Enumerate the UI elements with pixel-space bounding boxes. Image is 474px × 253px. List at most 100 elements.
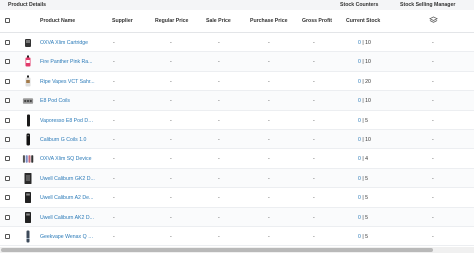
- supplier-cell: -: [113, 214, 115, 221]
- table-header: Product Name Supplier Regular Price Sale…: [0, 10, 474, 33]
- row-checkbox[interactable]: [5, 195, 10, 201]
- table-row: Uwell Caliburn GK2 D... - - - - - 0 | 5 -: [0, 168, 474, 189]
- purchase-price-cell[interactable]: -: [268, 98, 270, 104]
- row-checkbox[interactable]: [5, 98, 10, 104]
- product-name-link[interactable]: Vaporesso E8 Pod Devi...: [40, 118, 96, 124]
- current-stock-cell: 0 | 5: [358, 118, 368, 124]
- regular-price-cell[interactable]: -: [170, 234, 172, 240]
- gross-profit-cell: -: [313, 175, 315, 182]
- regular-price-cell[interactable]: -: [170, 79, 172, 85]
- col-sale-price[interactable]: Sale Price: [206, 18, 231, 24]
- row-checkbox[interactable]: [5, 214, 10, 220]
- product-name-link[interactable]: Uwell Caliburn GK2 D...: [40, 176, 96, 182]
- product-thumbnail[interactable]: [22, 36, 34, 49]
- product-thumbnail[interactable]: [22, 152, 34, 165]
- row-checkbox[interactable]: [5, 117, 10, 123]
- stock-selling-cell: -: [432, 98, 434, 105]
- stock-total: 10: [365, 59, 371, 66]
- purchase-price-cell[interactable]: -: [268, 195, 270, 201]
- product-name-link[interactable]: Caliburn G Coils 1.0: [40, 137, 96, 143]
- supplier-cell: -: [113, 195, 115, 202]
- table-row: Uwell Caliburn AK2 D... - - - - - 0 | 5 -: [0, 207, 474, 227]
- row-checkbox[interactable]: [5, 136, 10, 142]
- regular-price-cell[interactable]: -: [170, 156, 172, 162]
- regular-price-cell[interactable]: -: [170, 176, 172, 182]
- stock-total: 20: [365, 78, 371, 85]
- sale-price-cell[interactable]: -: [218, 118, 220, 124]
- purchase-price-cell[interactable]: -: [268, 215, 270, 221]
- product-thumbnail[interactable]: [22, 55, 34, 68]
- product-thumbnail[interactable]: [22, 133, 34, 146]
- sale-price-cell[interactable]: -: [218, 195, 220, 201]
- product-name-link[interactable]: E8 Pod Coils: [40, 98, 96, 104]
- gross-profit-cell: -: [313, 156, 315, 163]
- purchase-price-cell[interactable]: -: [268, 234, 270, 240]
- regular-price-cell[interactable]: -: [170, 59, 172, 65]
- regular-price-cell[interactable]: -: [170, 98, 172, 104]
- sale-price-cell[interactable]: -: [218, 98, 220, 104]
- sale-price-cell[interactable]: -: [218, 137, 220, 143]
- product-name-link[interactable]: OXVA Xlim SQ Device: [40, 156, 96, 162]
- col-product-name[interactable]: Product Name: [40, 18, 75, 24]
- gross-profit-cell: -: [313, 233, 315, 240]
- gross-profit-cell: -: [313, 40, 315, 46]
- product-name-link[interactable]: Geekvape Wenax Q Dev...: [40, 234, 96, 240]
- supplier-cell: -: [113, 40, 115, 46]
- purchase-price-cell[interactable]: -: [268, 118, 270, 124]
- product-name-link[interactable]: Fire Panther Pink Ra...: [40, 59, 96, 65]
- row-checkbox[interactable]: [5, 233, 10, 239]
- sale-price-cell[interactable]: -: [218, 40, 220, 46]
- gross-profit-cell: -: [313, 59, 315, 66]
- product-name-link[interactable]: Uwell Caliburn AK2 D...: [40, 215, 96, 221]
- layers-icon[interactable]: [429, 16, 438, 27]
- stock-selling-cell: -: [432, 59, 434, 66]
- purchase-price-cell[interactable]: -: [268, 79, 270, 85]
- row-checkbox[interactable]: [5, 59, 10, 65]
- regular-price-cell[interactable]: -: [170, 215, 172, 221]
- purchase-price-cell[interactable]: -: [268, 40, 270, 46]
- sale-price-cell[interactable]: -: [218, 156, 220, 162]
- sale-price-cell[interactable]: -: [218, 215, 220, 221]
- table-row: Uwell Caliburn A2 De... - - - - - 0 | 5 -: [0, 188, 474, 208]
- col-gross-profit[interactable]: Gross Profit: [302, 18, 332, 24]
- col-regular-price[interactable]: Regular Price: [155, 18, 188, 24]
- row-checkbox[interactable]: [5, 40, 10, 45]
- product-thumbnail[interactable]: [22, 94, 34, 107]
- scrollbar-thumb[interactable]: [1, 248, 433, 252]
- stock-total: 5: [365, 175, 369, 182]
- horizontal-scrollbar[interactable]: [0, 247, 474, 253]
- sale-price-cell[interactable]: -: [218, 176, 220, 182]
- current-stock-cell: 0 | 5: [358, 195, 368, 201]
- row-checkbox[interactable]: [5, 78, 10, 84]
- row-checkbox[interactable]: [5, 156, 10, 162]
- row-checkbox[interactable]: [5, 175, 10, 181]
- product-thumbnail[interactable]: [22, 172, 34, 185]
- product-thumbnail[interactable]: [22, 230, 34, 243]
- product-thumbnail[interactable]: [22, 191, 34, 204]
- product-name-link[interactable]: Uwell Caliburn A2 De...: [40, 195, 96, 201]
- sale-price-cell[interactable]: -: [218, 234, 220, 240]
- stock-total: 10: [365, 40, 371, 46]
- col-current-stock[interactable]: Current Stock: [346, 18, 380, 24]
- purchase-price-cell[interactable]: -: [268, 156, 270, 162]
- product-thumbnail[interactable]: [22, 211, 34, 224]
- col-purchase-price[interactable]: Purchase Price: [250, 18, 288, 24]
- product-thumbnail[interactable]: [22, 75, 34, 88]
- group-product-details: Product Details: [8, 2, 47, 8]
- purchase-price-cell[interactable]: -: [268, 137, 270, 143]
- gross-profit-cell: -: [313, 195, 315, 202]
- regular-price-cell[interactable]: -: [170, 118, 172, 124]
- regular-price-cell[interactable]: -: [170, 40, 172, 46]
- regular-price-cell[interactable]: -: [170, 137, 172, 143]
- product-name-link[interactable]: Ripe Vapes VCT Sahr...: [40, 79, 96, 85]
- col-supplier[interactable]: Supplier: [112, 18, 133, 24]
- purchase-price-cell[interactable]: -: [268, 176, 270, 182]
- select-all-checkbox[interactable]: [5, 18, 10, 23]
- sale-price-cell[interactable]: -: [218, 59, 220, 65]
- sale-price-cell[interactable]: -: [218, 79, 220, 85]
- regular-price-cell[interactable]: -: [170, 195, 172, 201]
- product-name-link[interactable]: OXVA Xlim Cartridge: [40, 40, 96, 46]
- table-row: OXVA Xlim SQ Device - - - - - 0 | 4 -: [0, 149, 474, 169]
- product-thumbnail[interactable]: [22, 114, 34, 127]
- purchase-price-cell[interactable]: -: [268, 59, 270, 65]
